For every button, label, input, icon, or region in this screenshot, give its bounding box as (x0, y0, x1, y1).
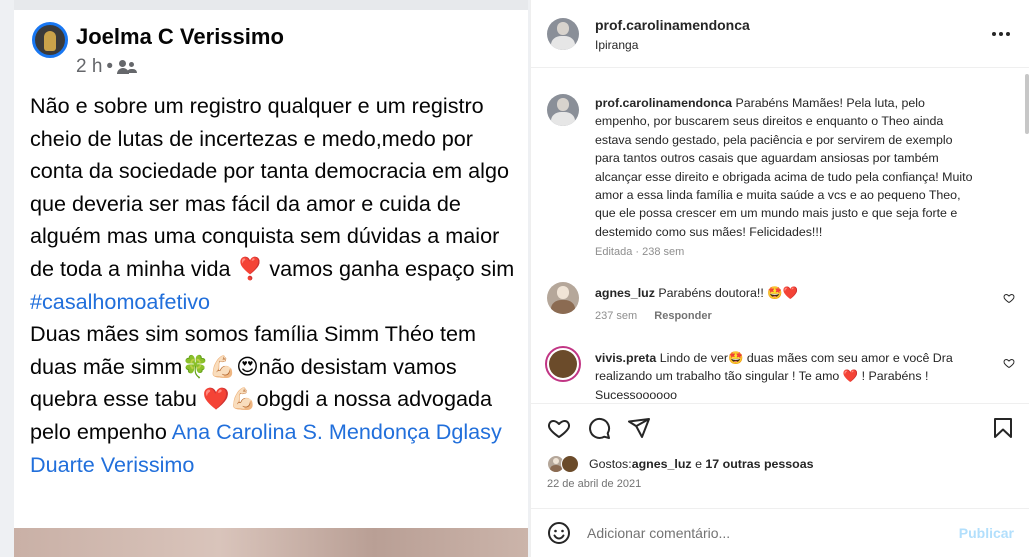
heart-icon[interactable] (547, 416, 571, 440)
facebook-post-card: Joelma C Verissimo 2 h • Não e sobre um … (14, 0, 528, 540)
comment-2-heart-icon[interactable] (1003, 357, 1015, 369)
comment-1-reply-button[interactable]: Responder (654, 310, 711, 322)
comment-2-username[interactable]: vivis.preta (595, 351, 656, 365)
comment-1: agnes_luz Parabéns doutora!! 🤩❤️ (595, 284, 975, 302)
header-avatar[interactable] (547, 18, 579, 50)
share-icon[interactable] (627, 416, 651, 440)
add-comment-bar: Publicar (531, 508, 1029, 557)
likes-prefix: Gostos: (589, 457, 632, 471)
likes-others[interactable]: 17 outras pessoas (705, 457, 813, 471)
header-username[interactable]: prof.carolinamendonca (595, 17, 750, 33)
fb-photo-preview (14, 528, 528, 557)
more-options-icon[interactable] (986, 24, 1016, 44)
instagram-panel: prof.carolinamendonca Ipiranga prof.caro… (530, 0, 1029, 557)
comments-section[interactable]: prof.carolinamendonca Parabéns Mamães! P… (531, 68, 1029, 403)
post-header: prof.carolinamendonca Ipiranga (531, 0, 1029, 68)
bookmark-icon[interactable] (991, 416, 1015, 440)
caption-meta: Editada · 238 sem (595, 246, 685, 258)
fb-paragraph-1: Não e sobre um registro qualquer e um re… (30, 93, 515, 281)
fb-author-name: Joelma C Verissimo (76, 24, 284, 49)
comment-icon[interactable] (587, 416, 611, 440)
likes-middle: e (691, 457, 706, 471)
action-bar (531, 403, 1029, 451)
friends-icon (117, 60, 139, 74)
likes-user[interactable]: agnes_luz (632, 457, 692, 471)
fb-author-avatar (32, 22, 68, 58)
comment-input[interactable] (587, 523, 947, 543)
comments-scrollbar[interactable] (1024, 68, 1029, 403)
publish-button[interactable]: Publicar (959, 525, 1014, 541)
post-date: 22 de abril de 2021 (547, 478, 642, 490)
caption-username[interactable]: prof.carolinamendonca (595, 96, 732, 110)
fb-meta-dot: • (106, 56, 114, 77)
screen: Joelma C Verissimo 2 h • Não e sobre um … (0, 0, 1029, 557)
fb-post-time: 2 h (76, 56, 103, 77)
caption-text: Parabéns Mamães! Pela luta, pelo empenho… (595, 96, 973, 239)
comment-1-username[interactable]: agnes_luz (595, 286, 655, 300)
comment-1-text: Parabéns doutora!! 🤩❤️ (658, 286, 799, 300)
comment-1-heart-icon[interactable] (1003, 292, 1015, 304)
fb-post-meta: 2 h • (76, 56, 139, 78)
emoji-icon[interactable] (547, 521, 571, 545)
caption-avatar[interactable] (547, 94, 579, 126)
fb-paragraph-2: Duas mães sim somos família Simm Théo te… (30, 318, 520, 481)
post-image: Joelma C Verissimo 2 h • Não e sobre um … (0, 0, 530, 557)
comment-1-meta: 237 sem Responder (595, 310, 712, 322)
comment-avatar-agnes[interactable] (547, 282, 579, 314)
likers-avatars (547, 453, 587, 475)
comment-2: vivis.preta Lindo de ver🤩 duas mães com … (595, 349, 975, 403)
liker-avatar-2 (561, 455, 579, 473)
likes-summary: Gostos: agnes_luz e 17 outras pessoas (547, 453, 814, 475)
caption: prof.carolinamendonca Parabéns Mamães! P… (595, 94, 975, 241)
header-location[interactable]: Ipiranga (595, 38, 638, 52)
fb-hashtag: #casalhomoafetivo (30, 288, 211, 314)
fb-post-text: Não e sobre um registro qualquer e um re… (30, 90, 520, 481)
comment-1-age: 237 sem (595, 310, 638, 322)
comment-avatar-vivis[interactable] (545, 346, 581, 382)
